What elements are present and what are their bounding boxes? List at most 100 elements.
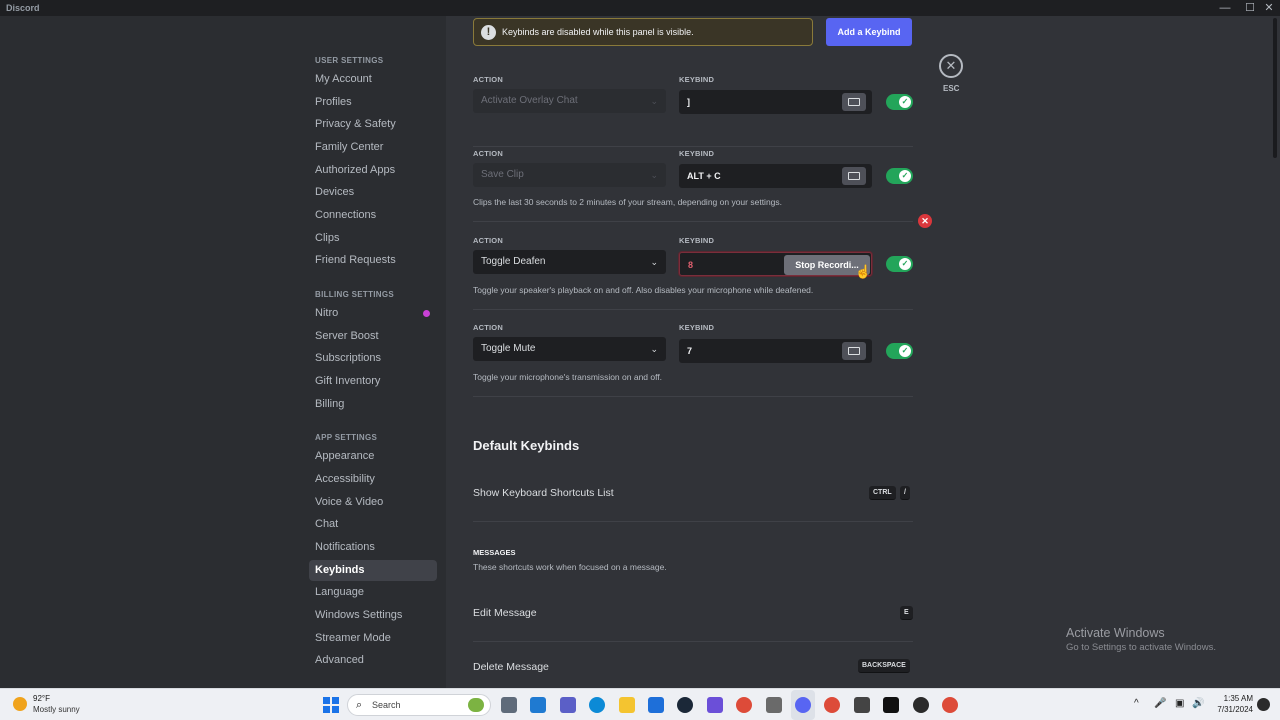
file-explorer-icon[interactable]	[619, 697, 635, 713]
action-label: ACTION	[473, 75, 503, 84]
clock-date[interactable]: 7/31/2024	[1213, 705, 1253, 714]
action-select-value: Activate Overlay Chat	[481, 95, 578, 106]
keybind-description: Toggle your microphone's transmission on…	[473, 372, 663, 382]
chevron-down-icon: ⌄	[650, 170, 658, 180]
sidebar-item-language[interactable]: Language	[309, 582, 437, 603]
keybind-input[interactable]: 7	[679, 339, 872, 363]
keybinds-disabled-notice: ! Keybinds are disabled while this panel…	[473, 18, 813, 46]
check-icon: ✓	[899, 345, 911, 357]
keybind-enabled-toggle[interactable]: ✓	[886, 94, 913, 110]
vpn-icon[interactable]	[648, 697, 664, 713]
clock-time[interactable]: 1:35 AM	[1213, 694, 1253, 703]
action-label: ACTION	[473, 149, 503, 158]
sidebar-item-keybinds[interactable]: Keybinds	[309, 560, 437, 581]
close-settings-icon[interactable]: ✕	[939, 54, 963, 78]
chrome-alt-icon[interactable]	[942, 697, 958, 713]
weather-temperature: 92°F	[33, 694, 50, 703]
record-keybind-button[interactable]	[842, 93, 866, 111]
sidebar-item-accessibility[interactable]: Accessibility	[309, 469, 437, 490]
default-keybind-label: Edit Message	[473, 607, 537, 619]
sidebar-item-connections[interactable]: Connections	[309, 205, 437, 226]
sidebar-item-chat[interactable]: Chat	[309, 514, 437, 535]
taskbar-search[interactable]: ⌕ Search	[347, 694, 491, 716]
sidebar-item-voice-video[interactable]: Voice & Video	[309, 492, 437, 513]
action-select[interactable]: Toggle Deafen ⌄	[473, 250, 666, 274]
weather-description: Mostly sunny	[33, 705, 80, 714]
obs-icon[interactable]	[913, 697, 929, 713]
sidebar-item-server-boost[interactable]: Server Boost	[309, 326, 437, 347]
volume-icon[interactable]: 🔊	[1192, 698, 1204, 709]
keybind-enabled-toggle[interactable]: ✓	[886, 343, 913, 359]
sidebar-item-gift-inventory[interactable]: Gift Inventory	[309, 371, 437, 392]
notification-center-icon[interactable]	[1257, 698, 1270, 711]
windows-start-icon[interactable]	[323, 697, 339, 713]
sidebar-item-my-account[interactable]: My Account	[309, 69, 437, 90]
sidebar-item-billing[interactable]: Billing	[309, 394, 437, 415]
keybind-input-recording[interactable]: 8 Stop Recordi...	[679, 252, 872, 276]
settings-sidebar: USER SETTINGS My Account Profiles Privac…	[0, 16, 446, 688]
steam-icon[interactable]	[677, 697, 693, 713]
mail-icon[interactable]	[530, 697, 546, 713]
sidebar-item-subscriptions[interactable]: Subscriptions	[309, 348, 437, 369]
folder-icon[interactable]	[501, 697, 517, 713]
record-keybind-button[interactable]	[842, 167, 866, 185]
minimize-button[interactable]: —	[1218, 1, 1232, 15]
search-icon: ⌕	[356, 699, 363, 711]
sidebar-item-clips[interactable]: Clips	[309, 228, 437, 249]
terminal-icon[interactable]	[883, 697, 899, 713]
action-select[interactable]: Activate Overlay Chat ⌄	[473, 89, 666, 113]
sidebar-item-privacy-safety[interactable]: Privacy & Safety	[309, 114, 437, 135]
scrollbar-thumb[interactable]	[1273, 18, 1277, 158]
close-window-button[interactable]: ✕	[1262, 1, 1276, 15]
tray-overflow-icon[interactable]: ^	[1134, 698, 1139, 709]
keyboard-icon	[848, 98, 860, 106]
chevron-down-icon: ⌄	[650, 96, 658, 106]
teams-icon[interactable]	[560, 697, 576, 713]
sidebar-item-profiles[interactable]: Profiles	[309, 92, 437, 113]
sidebar-item-family-center[interactable]: Family Center	[309, 137, 437, 158]
keybind-input[interactable]: ALT + C	[679, 164, 872, 188]
sidebar-item-devices[interactable]: Devices	[309, 182, 437, 203]
sidebar-item-friend-requests[interactable]: Friend Requests	[309, 250, 437, 271]
sidebar-item-appearance[interactable]: Appearance	[309, 446, 437, 467]
key-cap: /	[900, 486, 910, 500]
app-icon[interactable]	[766, 697, 782, 713]
keybind-input[interactable]: ]	[679, 90, 872, 114]
add-keybind-button[interactable]: Add a Keybind	[826, 18, 912, 46]
keybind-enabled-toggle[interactable]: ✓	[886, 168, 913, 184]
record-keybind-button[interactable]	[842, 342, 866, 360]
microphone-icon[interactable]: 🎤	[1154, 698, 1166, 709]
copilot-icon[interactable]	[707, 697, 723, 713]
edge-icon[interactable]	[589, 697, 605, 713]
keybind-label: KEYBIND	[679, 323, 715, 332]
network-icon[interactable]: ▣	[1175, 698, 1184, 709]
keybind-description: Clips the last 30 seconds to 2 minutes o…	[473, 197, 783, 207]
keyboard-icon	[848, 172, 860, 180]
chrome-profile-icon[interactable]	[824, 697, 840, 713]
sidebar-item-windows-settings[interactable]: Windows Settings	[309, 605, 437, 626]
media-icon[interactable]	[854, 697, 870, 713]
discord-icon[interactable]	[795, 697, 811, 713]
keybind-value: 7	[687, 346, 693, 356]
action-select[interactable]: Save Clip ⌄	[473, 163, 666, 187]
search-highlight-icon	[468, 698, 484, 712]
keybind-value: ]	[687, 97, 690, 107]
action-select-value: Toggle Mute	[481, 343, 536, 354]
sidebar-item-streamer-mode[interactable]: Streamer Mode	[309, 628, 437, 649]
weather-sun-icon[interactable]	[13, 697, 27, 711]
action-select[interactable]: Toggle Mute ⌄	[473, 337, 666, 361]
sidebar-item-advanced[interactable]: Advanced	[309, 650, 437, 671]
title-bar: Discord — ☐ ✕	[0, 0, 1280, 16]
keybind-enabled-toggle[interactable]: ✓	[886, 256, 913, 272]
maximize-button[interactable]: ☐	[1243, 1, 1257, 15]
chrome-icon[interactable]	[736, 697, 752, 713]
sidebar-item-authorized-apps[interactable]: Authorized Apps	[309, 160, 437, 181]
chevron-down-icon: ⌄	[650, 344, 658, 354]
action-label: ACTION	[473, 236, 503, 245]
pointer-cursor-icon: ☝	[855, 264, 872, 279]
sidebar-item-notifications[interactable]: Notifications	[309, 537, 437, 558]
app-title: Discord	[6, 3, 40, 13]
sidebar-item-nitro[interactable]: Nitro	[309, 303, 437, 324]
divider	[473, 146, 913, 147]
remove-keybind-icon[interactable]: ✕	[918, 214, 932, 228]
